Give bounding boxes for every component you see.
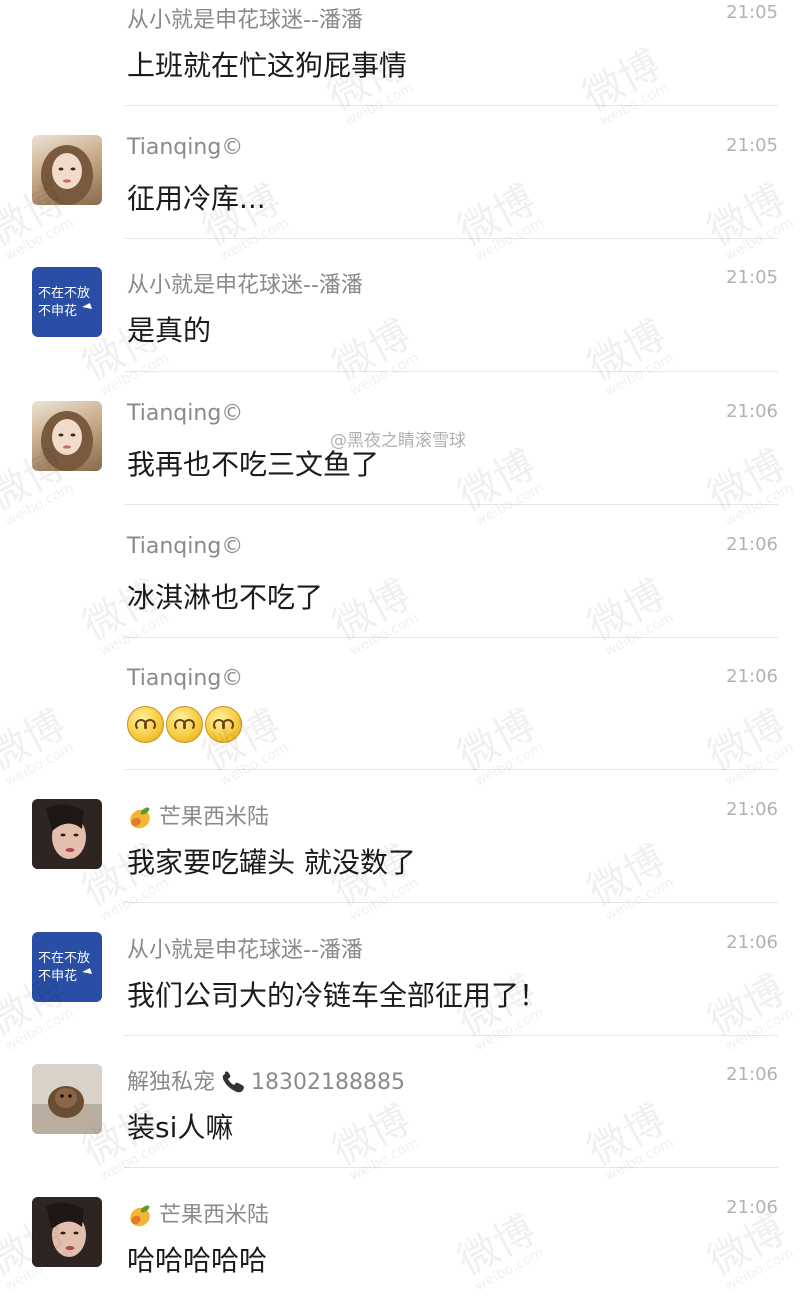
- sender-name-text: 芒果西米陆: [159, 805, 270, 830]
- sender-name-text: 芒果西米陆: [159, 1203, 270, 1228]
- club-badge-icon: 不在不放 不申花: [38, 286, 92, 319]
- sender-name[interactable]: 从小就是申花球迷--潘潘: [127, 2, 363, 34]
- svg-text:不在不放: 不在不放: [38, 951, 90, 966]
- avatar[interactable]: 不在不放 不申花: [32, 932, 102, 1002]
- message-time: 21:06: [726, 666, 778, 687]
- girl-avatar-icon: [41, 411, 93, 471]
- message-text: 我家要吃罐头 就没数了: [127, 846, 416, 879]
- message-divider: [124, 371, 778, 372]
- dog-avatar-icon: [32, 1064, 102, 1134]
- message-divider: [124, 637, 778, 638]
- message-text: 冰淇淋也不吃了: [127, 581, 324, 614]
- avatar[interactable]: [32, 799, 102, 869]
- message-time: 21:06: [726, 1197, 778, 1218]
- message-divider: [124, 902, 778, 903]
- message-text: 装si人嘛: [127, 1111, 234, 1144]
- avatar[interactable]: 不在不放 不申花: [32, 267, 102, 337]
- message-text: 是真的: [127, 314, 212, 347]
- smiling-face-icon: [166, 706, 203, 743]
- message-time: 21:06: [726, 401, 778, 422]
- sender-name[interactable]: Tianqing©: [127, 534, 243, 559]
- avatar[interactable]: [32, 401, 102, 471]
- message-time: 21:06: [726, 799, 778, 820]
- sender-name[interactable]: Tianqing©: [127, 135, 243, 160]
- sender-name[interactable]: 解独私宠 18302188885: [127, 1064, 405, 1096]
- message-divider: [124, 1167, 778, 1168]
- message-text: 征用冷库...: [127, 182, 266, 215]
- sender-name[interactable]: 芒果西米陆: [127, 799, 269, 831]
- message-text: 我们公司大的冷链车全部征用了！: [127, 979, 548, 1012]
- sender-phone: 18302188885: [251, 1070, 405, 1095]
- woman-avatar-icon: [32, 1197, 102, 1267]
- message-time: 21:06: [726, 1064, 778, 1085]
- message-time: 21:05: [726, 267, 778, 288]
- smiling-face-icon: [205, 706, 242, 743]
- mango-icon: [130, 807, 150, 829]
- sender-name[interactable]: 从小就是申花球迷--潘潘: [127, 932, 363, 964]
- sender-name-text: 解独私宠: [127, 1070, 216, 1095]
- svg-text:不申花: 不申花: [38, 303, 77, 319]
- svg-text:不申花: 不申花: [38, 968, 77, 984]
- phone-icon: [222, 1071, 245, 1093]
- message-time: 21:06: [726, 932, 778, 953]
- message-time: 21:06: [726, 534, 778, 555]
- message-divider: [124, 769, 778, 770]
- sender-name[interactable]: Tianqing©: [127, 401, 243, 426]
- weibo-credit-watermark: @黑夜之睛滚雪球: [330, 431, 466, 451]
- message-time: 21:05: [726, 2, 778, 23]
- message-time: 21:05: [726, 135, 778, 156]
- emoji-row: [127, 706, 242, 743]
- message-divider: [124, 105, 778, 106]
- mango-icon: [130, 1205, 150, 1227]
- woman-avatar-icon: [32, 799, 102, 869]
- message-divider: [124, 1035, 778, 1036]
- avatar[interactable]: [32, 1064, 102, 1134]
- message-text: 哈哈哈哈哈: [127, 1244, 268, 1277]
- message-divider: [124, 238, 778, 239]
- sender-name[interactable]: 从小就是申花球迷--潘潘: [127, 267, 363, 299]
- message-text: 上班就在忙这狗屁事情: [127, 49, 408, 82]
- sender-name[interactable]: Tianqing©: [127, 666, 243, 691]
- sender-name[interactable]: 芒果西米陆: [127, 1197, 269, 1229]
- girl-avatar-icon: [41, 145, 93, 205]
- club-badge-icon: 不在不放 不申花: [38, 951, 92, 984]
- message-divider: [124, 504, 778, 505]
- avatar[interactable]: [32, 1197, 102, 1267]
- smiling-face-icon: [127, 706, 164, 743]
- avatar[interactable]: [32, 135, 102, 205]
- svg-text:不在不放: 不在不放: [38, 286, 90, 301]
- chat-message-list[interactable]: 从小就是申花球迷--潘潘 21:05 上班就在忙这狗屁事情 Tianqing© …: [0, 0, 808, 1280]
